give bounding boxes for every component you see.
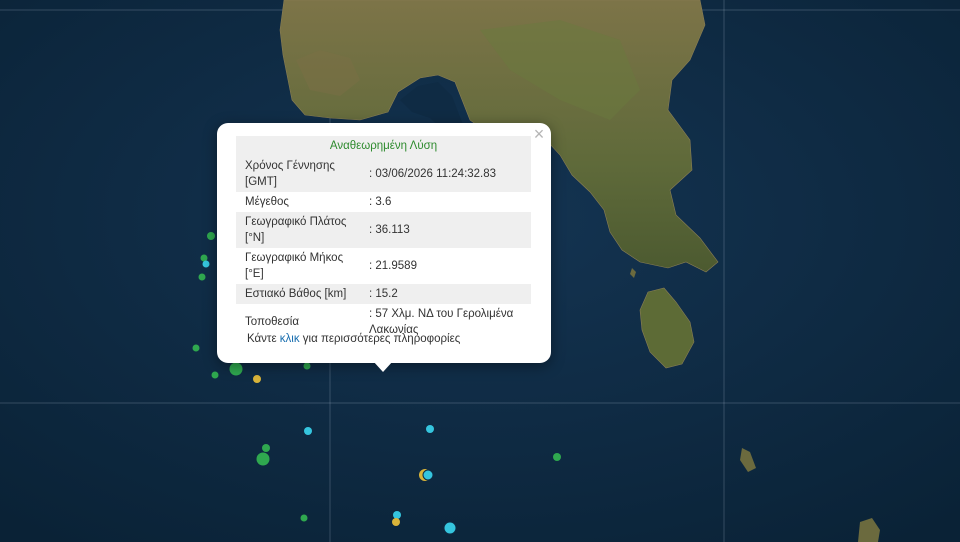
quake-marker[interactable] bbox=[253, 375, 261, 383]
info-value: : 15.2 bbox=[360, 284, 531, 304]
info-label: Γεωγραφικό Πλάτος [°N] bbox=[236, 212, 360, 248]
more-info-link[interactable]: κλικ bbox=[280, 333, 300, 345]
info-label: Μέγεθος bbox=[245, 196, 289, 208]
quake-marker[interactable] bbox=[192, 344, 200, 352]
quake-marker[interactable] bbox=[256, 452, 270, 466]
info-value: : 03/06/2026 11:24:32.83 bbox=[360, 156, 531, 192]
quake-marker[interactable] bbox=[200, 254, 208, 262]
quake-marker[interactable] bbox=[198, 273, 206, 281]
quake-marker[interactable] bbox=[553, 453, 561, 461]
close-button[interactable]: × bbox=[531, 125, 547, 143]
quake-marker[interactable] bbox=[262, 444, 270, 452]
info-row-origin-time: Χρόνος Γέννησης [GMT] : 03/06/2026 11:24… bbox=[236, 156, 531, 192]
info-label: Εστιακό Βάθος [km] bbox=[236, 284, 360, 304]
quake-marker[interactable] bbox=[211, 371, 219, 379]
info-label: Γεωγραφικό Μήκος [°E] bbox=[245, 252, 344, 280]
quake-marker[interactable] bbox=[300, 514, 308, 522]
info-label: Χρόνος Γέννησης [GMT] bbox=[236, 156, 360, 192]
more-info-text: Κάντε κλικ για περισσότερες πληροφορίες bbox=[247, 333, 460, 345]
info-value: : 3.6 bbox=[369, 196, 392, 208]
quake-marker[interactable] bbox=[426, 425, 434, 433]
quake-marker[interactable] bbox=[303, 362, 311, 370]
quake-marker[interactable] bbox=[304, 427, 312, 435]
quake-marker[interactable] bbox=[207, 232, 215, 240]
earthquake-info-table: Αναθεωρημένη Λύση Χρόνος Γέννησης [GMT] … bbox=[236, 136, 531, 340]
popup-tip bbox=[373, 361, 393, 372]
more-info-suffix: για περισσότερες πληροφορίες bbox=[299, 333, 461, 345]
info-value: : 36.113 bbox=[360, 212, 531, 248]
quake-marker[interactable] bbox=[393, 511, 401, 519]
more-info-prefix: Κάντε bbox=[247, 333, 280, 345]
info-row-magnitude: Μέγεθος : 3.6 bbox=[236, 192, 531, 212]
quake-marker[interactable] bbox=[229, 362, 243, 376]
info-row-latitude: Γεωγραφικό Πλάτος [°N] : 36.113 bbox=[236, 212, 531, 248]
quake-marker[interactable] bbox=[392, 518, 400, 526]
popup-title: Αναθεωρημένη Λύση bbox=[236, 136, 531, 156]
info-row-longitude: Γεωγραφικό Μήκος [°E] : 21.9589 bbox=[236, 248, 531, 284]
info-value: : 21.9589 bbox=[369, 260, 417, 272]
quake-marker[interactable] bbox=[202, 260, 210, 268]
quake-marker[interactable] bbox=[422, 469, 434, 481]
earthquake-popup: × Αναθεωρημένη Λύση Χρόνος Γέννησης [GMT… bbox=[217, 123, 551, 363]
quake-marker[interactable] bbox=[447, 525, 453, 531]
info-row-depth: Εστιακό Βάθος [km] : 15.2 bbox=[236, 284, 531, 304]
